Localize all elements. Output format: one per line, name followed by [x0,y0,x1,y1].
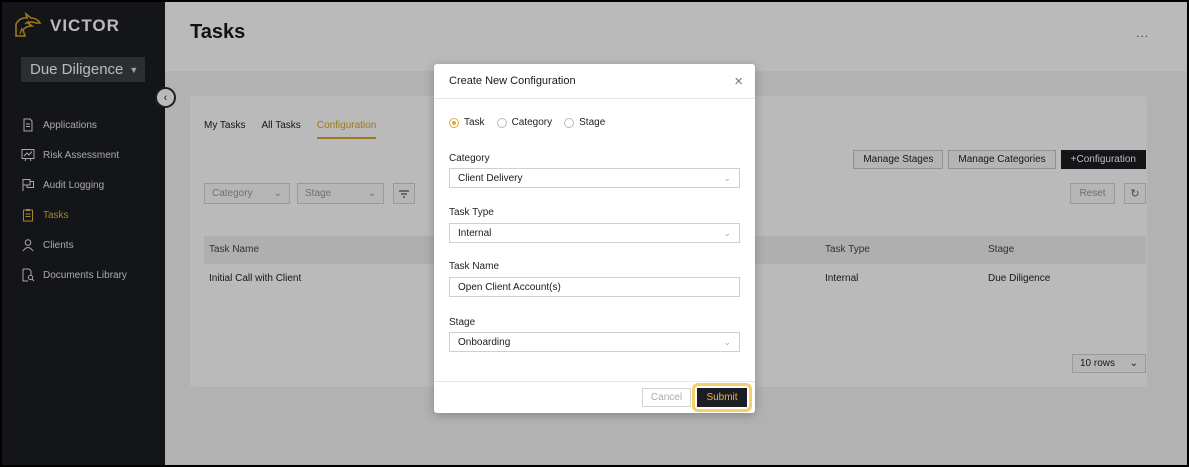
category-select[interactable]: Client Delivery ⌄ [449,168,740,188]
configuration-type-radios: Task Category Stage [449,117,605,128]
modal-header-divider [434,98,755,99]
stage-field-label: Stage [449,317,476,328]
task-type-select[interactable]: Internal ⌄ [449,223,740,243]
chevron-down-icon: ⌄ [723,227,731,238]
cancel-button[interactable]: Cancel [642,388,691,407]
submit-highlight: Submit [692,383,752,412]
task-name-input[interactable]: Open Client Account(s) [449,277,740,297]
radio-selected-indicator [449,117,459,128]
task-type-field-label: Task Type [449,207,494,218]
task-name-field-label: Task Name [449,261,500,272]
task-name-input-value: Open Client Account(s) [458,281,561,293]
category-select-value: Client Delivery [458,172,523,184]
close-icon[interactable]: × [734,74,743,89]
modal-title: Create New Configuration [449,75,576,87]
modal-footer: Cancel Submit [642,383,752,412]
create-configuration-modal: Create New Configuration × Task Category… [434,64,755,413]
radio-indicator [564,117,575,128]
category-field-label: Category [449,153,490,164]
radio-label: Stage [579,117,606,128]
radio-label: Task [464,117,485,128]
modal-footer-divider [434,381,755,382]
stage-select[interactable]: Onboarding ⌄ [449,332,740,352]
radio-label: Category [511,117,553,128]
chevron-down-icon: ⌄ [723,172,731,183]
chevron-down-icon: ⌄ [723,336,731,347]
submit-button[interactable]: Submit [697,388,747,407]
radio-task[interactable]: Task [449,117,485,128]
task-type-select-value: Internal [458,227,492,239]
radio-indicator [496,117,507,128]
stage-select-value: Onboarding [458,336,511,348]
radio-stage[interactable]: Stage [564,117,605,128]
app-frame: VICTOR Due Diligence ▼ Applications Risk… [2,2,1187,465]
radio-category[interactable]: Category [496,117,553,128]
